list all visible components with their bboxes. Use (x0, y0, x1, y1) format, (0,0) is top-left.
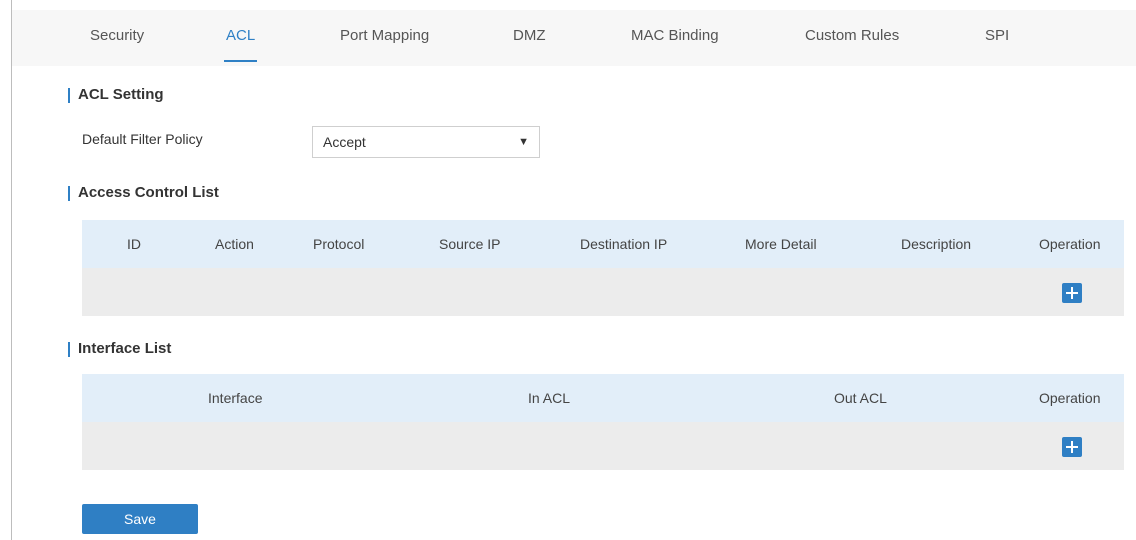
table-empty-row (82, 268, 1124, 316)
column-header-out-acl: Out ACL (834, 390, 887, 406)
save-button[interactable]: Save (82, 504, 198, 534)
interface-list-title: Interface List (68, 340, 171, 357)
tab-dmz[interactable]: DMZ (513, 10, 546, 66)
tab-custom-rules[interactable]: Custom Rules (805, 10, 899, 66)
column-header-interface: Interface (208, 390, 263, 406)
tab-port-mapping[interactable]: Port Mapping (340, 10, 429, 66)
tab-security[interactable]: Security (90, 10, 144, 66)
column-header-more-detail: More Detail (745, 236, 817, 252)
table-header: Interface In ACL Out ACL Operation (82, 374, 1124, 422)
tab-mac-binding[interactable]: MAC Binding (631, 10, 719, 66)
acl-setting-title: ACL Setting (68, 86, 164, 103)
left-border (11, 0, 12, 540)
column-header-source-ip: Source IP (439, 236, 501, 252)
column-header-operation: Operation (1039, 236, 1101, 252)
column-header-in-acl: In ACL (528, 390, 571, 406)
column-header-action: Action (215, 236, 254, 252)
column-header-destination-ip: Destination IP (580, 236, 668, 252)
default-filter-policy-label: Default Filter Policy (82, 131, 203, 147)
column-header-description: Description (901, 236, 972, 252)
plus-icon[interactable] (1062, 437, 1082, 457)
tab-spi[interactable]: SPI (985, 10, 1009, 66)
caret-down-icon: ▼ (518, 136, 529, 148)
default-filter-policy-value: Accept (323, 134, 366, 150)
column-header-id: ID (127, 236, 141, 252)
access-control-list-title: Access Control List (68, 184, 219, 201)
column-header-operation: Operation (1039, 390, 1101, 406)
tab-acl[interactable]: ACL (223, 10, 258, 66)
plus-icon[interactable] (1062, 283, 1082, 303)
column-header-protocol: Protocol (313, 236, 365, 252)
table-header: ID Action Protocol Source IP Destination… (82, 220, 1124, 268)
tab-bar: Security ACL Port Mapping DMZ MAC Bindin… (12, 10, 1136, 66)
default-filter-policy-select[interactable]: Accept ▼ (312, 126, 540, 158)
table-empty-row (82, 422, 1124, 470)
